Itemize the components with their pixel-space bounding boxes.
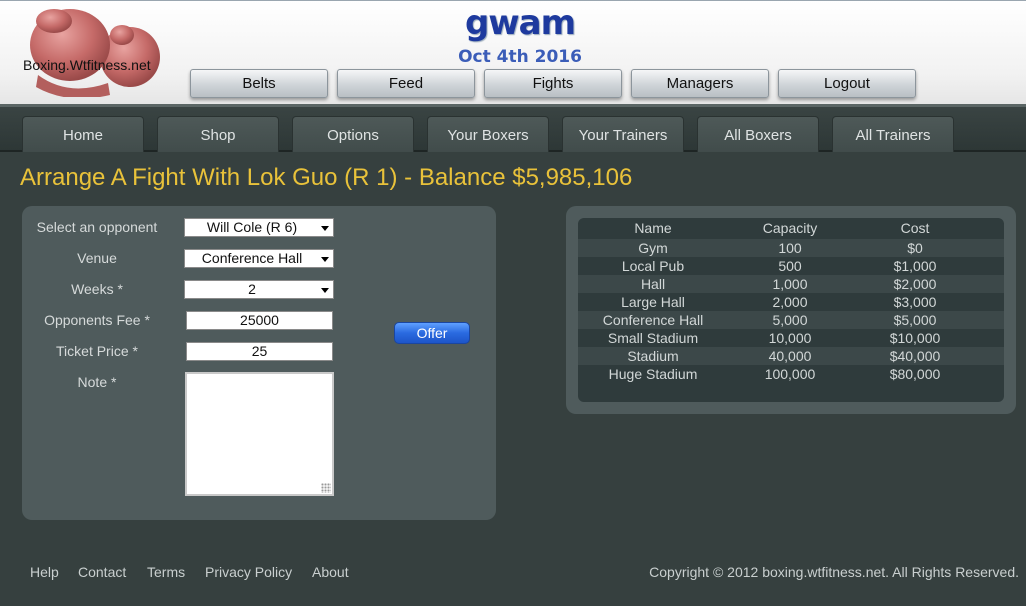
venue-name: Conference Hall [602,312,704,328]
footer-link-about[interactable]: About [312,564,349,580]
opponents-fee-label: Opponents Fee * [44,312,150,328]
venue-name: Hall [640,276,666,292]
opponent-select[interactable]: Will Cole (R 6) [184,218,334,237]
venue-cost: $80,000 [889,366,941,382]
venue-cost: $3,000 [893,294,937,310]
table-row: Huge Stadium 100,000 $80,000 [578,365,1004,383]
nav-tab-options[interactable]: Options [292,116,414,152]
venue-capacity: 10,000 [768,330,812,346]
venue-capacity: 100 [778,240,802,256]
footer-link-contact[interactable]: Contact [78,564,126,580]
site-date: Oct 4th 2016 [458,47,582,67]
opponents-fee-input[interactable]: 25000 [186,311,333,330]
opponent-label: Select an opponent [36,219,158,235]
nav-tab-your-trainers[interactable]: Your Trainers [562,116,684,152]
table-row: Stadium 40,000 $40,000 [578,347,1004,365]
table-row: Conference Hall 5,000 $5,000 [578,311,1004,329]
nav-tab-all-boxers[interactable]: All Boxers [697,116,819,152]
venue-capacity: 5,000 [772,312,808,328]
nav-tab-all-trainers[interactable]: All Trainers [832,116,954,152]
venue-cost: $10,000 [889,330,941,346]
header-name: Name [634,220,672,236]
chevron-down-icon [321,226,329,231]
logo-text: Boxing.Wtfitness.net [23,57,151,73]
venue-capacity: 100,000 [764,366,816,382]
footer-link-terms[interactable]: Terms [147,564,185,580]
nav-tab-shop[interactable]: Shop [157,116,279,152]
venue-name: Large Hall [621,294,685,310]
table-row: Small Stadium 10,000 $10,000 [578,329,1004,347]
venue-name: Huge Stadium [608,366,698,382]
table-row: Hall 1,000 $2,000 [578,275,1004,293]
header-capacity: Capacity [762,220,818,236]
feed-button[interactable]: Feed [337,69,475,98]
table-row: Gym 100 $0 [578,239,1004,257]
managers-button[interactable]: Managers [631,69,769,98]
venue-cost: $1,000 [893,258,937,274]
main-nav: Home Shop Options Your Boxers Your Train… [0,104,1026,152]
ticket-price-label: Ticket Price * [56,343,138,359]
weeks-select-value: 2 [248,281,256,297]
venue-capacity: 2,000 [772,294,808,310]
note-label: Note * [77,374,117,390]
venue-table: Name Capacity Cost Gym 100 $0 Local Pub … [578,218,1004,402]
top-header: Boxing.Wtfitness.net gwam Oct 4th 2016 B… [0,0,1026,104]
table-row: Local Pub 500 $1,000 [578,257,1004,275]
offer-button[interactable]: Offer [394,322,470,344]
resize-grip-icon[interactable] [321,483,331,493]
nav-tab-your-boxers[interactable]: Your Boxers [427,116,549,152]
venue-select-value: Conference Hall [201,250,303,266]
venue-cost: $40,000 [889,348,941,364]
venue-table-panel: Name Capacity Cost Gym 100 $0 Local Pub … [566,206,1016,414]
venue-cost: $0 [907,240,923,256]
venue-select[interactable]: Conference Hall [184,249,334,268]
ticket-price-input[interactable]: 25 [186,342,333,361]
opponent-select-value: Will Cole (R 6) [206,219,298,235]
copyright-text: Copyright © 2012 boxing.wtfitness.net. A… [649,564,1019,580]
venue-capacity: 500 [778,258,802,274]
venue-cost: $2,000 [893,276,937,292]
venue-name: Stadium [627,348,679,364]
header-cost: Cost [900,220,930,236]
page-title: Arrange A Fight With Lok Guo (R 1) - Bal… [20,164,633,191]
venue-name: Local Pub [621,258,685,274]
logout-button[interactable]: Logout [778,69,916,98]
boxing-gloves-icon [30,9,160,97]
table-header-row: Name Capacity Cost [578,219,1004,237]
note-textarea[interactable] [185,372,334,496]
fights-button[interactable]: Fights [484,69,622,98]
venue-capacity: 1,000 [772,276,808,292]
chevron-down-icon [321,288,329,293]
footer-link-help[interactable]: Help [30,564,59,580]
footer-link-privacy-policy[interactable]: Privacy Policy [205,564,292,580]
venue-cost: $5,000 [893,312,937,328]
weeks-select[interactable]: 2 [184,280,334,299]
chevron-down-icon [321,257,329,262]
belts-button[interactable]: Belts [190,69,328,98]
venue-label: Venue [77,250,117,266]
site-logo[interactable]: Boxing.Wtfitness.net [18,5,168,97]
venue-name: Small Stadium [607,330,699,346]
venue-name: Gym [638,240,668,256]
nav-tab-home[interactable]: Home [22,116,144,152]
table-row: Large Hall 2,000 $3,000 [578,293,1004,311]
site-title: gwam [464,3,576,43]
weeks-label: Weeks * [71,281,123,297]
venue-capacity: 40,000 [768,348,812,364]
fight-form: Select an opponent Will Cole (R 6) Venue… [22,206,496,520]
